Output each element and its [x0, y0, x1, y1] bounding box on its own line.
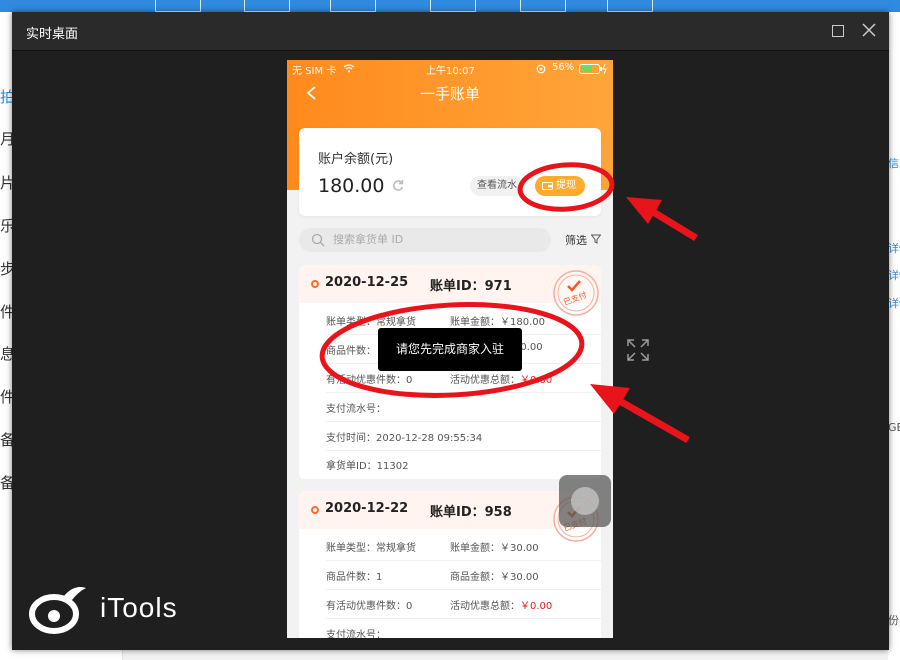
- close-icon[interactable]: [860, 21, 878, 39]
- toolbar-tab: [520, 0, 566, 12]
- window-titlebar[interactable]: 实时桌面: [12, 12, 889, 51]
- bill-promo-total: 活动优惠总额：￥0.00: [450, 597, 552, 612]
- account-card: 账户余额(元) 180.00 查看流水 提现: [299, 128, 601, 216]
- bill-dot-icon: [311, 280, 319, 288]
- bill-dot-icon: [311, 506, 319, 514]
- view-flow-button[interactable]: 查看流水: [470, 176, 524, 196]
- status-carrier: 无 SIM 卡: [292, 66, 337, 77]
- battery-icon: [579, 64, 607, 74]
- bg-link[interactable]: 详情: [888, 267, 900, 283]
- page-title: 一手账单: [419, 85, 480, 103]
- divider: [326, 392, 601, 393]
- bill-promo-count: 有活动优惠件数：0: [326, 375, 413, 386]
- divider: [326, 421, 601, 422]
- bill-card[interactable]: 2020-12-22 账单ID：958 已支付 账单类型：常规拿货 账单金额：￥…: [299, 491, 601, 638]
- bill-order-id: 拿货单ID：11302: [326, 461, 409, 472]
- bill-pay-serial: 支付流水号：: [326, 630, 386, 638]
- bill-type: 账单类型：常规拿货: [326, 543, 416, 554]
- divider: [326, 560, 601, 561]
- phone-screen[interactable]: 无 SIM 卡 上午10:07 56% 一手账单 账户余额(元) 180.00 …: [287, 60, 613, 638]
- bg-text: GB: [888, 421, 900, 434]
- bill-promo-count: 有活动优惠件数：0: [326, 601, 413, 612]
- itools-logo-icon: [29, 587, 86, 634]
- bill-item-count: 商品件数：1: [326, 572, 383, 583]
- bg-link[interactable]: 详情: [888, 240, 900, 256]
- bg-text: 份: [888, 614, 899, 627]
- assistive-touch-icon: [571, 487, 599, 515]
- bill-date: 2020-12-25: [325, 275, 409, 290]
- bill-promo-total-label: 活动优惠总额：: [450, 375, 520, 386]
- bill-promo-total: 活动优惠总额：￥0.00: [450, 371, 552, 386]
- bg-link[interactable]: 详情: [888, 295, 900, 311]
- bill-card[interactable]: 2020-12-25 账单ID：971 已支付 账单类型：常规拿货 账单金额：￥…: [299, 265, 601, 479]
- bill-date: 2020-12-22: [325, 501, 409, 516]
- background-toolbar: [0, 0, 900, 12]
- bill-promo-total-value: ￥0.00: [520, 601, 553, 612]
- withdraw-label: 提现: [556, 180, 576, 191]
- search-placeholder: 搜索拿货单 ID: [333, 233, 404, 246]
- status-time: 上午10:07: [426, 66, 475, 77]
- window-title: 实时桌面: [26, 27, 79, 42]
- orientation-lock-icon: [536, 64, 546, 74]
- filter-label: 筛选: [565, 234, 587, 247]
- itools-logo: iTools: [28, 584, 198, 634]
- bill-pay-time: 支付时间：2020-12-28 09:55:34: [326, 433, 483, 444]
- toolbar-tab: [330, 0, 376, 12]
- background-right-panel: 信息 详情 详情 详情 GB 份: [888, 12, 900, 660]
- divider: [326, 589, 601, 590]
- itools-logo-text: iTools: [100, 592, 178, 623]
- bg-link[interactable]: 信息: [888, 155, 900, 171]
- fullscreen-icon[interactable]: [626, 338, 650, 362]
- filter-icon: [591, 234, 601, 244]
- status-battery-percent: 56%: [552, 62, 575, 73]
- wifi-icon: [343, 64, 355, 73]
- bill-amount: 账单金额：￥30.00: [450, 543, 539, 554]
- search-icon: [311, 233, 325, 247]
- search-input[interactable]: 搜索拿货单 ID: [299, 228, 551, 252]
- bill-promo-total-value: ￥0.00: [520, 375, 553, 386]
- balance-label: 账户余额(元): [318, 152, 394, 167]
- toast-message: 请您先完成商家入驻: [378, 328, 522, 371]
- bill-promo-total-label: 活动优惠总额：: [450, 601, 520, 612]
- maximize-icon[interactable]: [832, 25, 844, 37]
- bill-id: 账单ID：958: [430, 505, 512, 520]
- toolbar-tab: [430, 0, 476, 12]
- balance-value: 180.00: [318, 175, 385, 197]
- wallet-icon: [542, 182, 553, 190]
- toolbar-tab: [607, 0, 653, 12]
- divider: [326, 450, 601, 451]
- assistive-touch-button[interactable]: [559, 475, 611, 527]
- toolbar-tab: [244, 0, 290, 12]
- bill-goods-amount: 商品金额：￥30.00: [450, 572, 539, 583]
- filter-button[interactable]: 筛选: [565, 232, 601, 248]
- toolbar-tab: [155, 0, 201, 12]
- refresh-icon[interactable]: [391, 178, 405, 192]
- paid-stamp-icon: 已支付: [553, 270, 599, 316]
- bill-id: 账单ID：971: [430, 279, 512, 294]
- bill-amount: 账单金额：￥180.00: [450, 317, 545, 328]
- bill-item-count: 商品件数：: [326, 346, 376, 357]
- bill-pay-serial: 支付流水号：: [326, 404, 386, 415]
- divider: [326, 618, 601, 619]
- bill-type: 账单类型：常规拿货: [326, 317, 416, 328]
- withdraw-button[interactable]: 提现: [535, 176, 585, 196]
